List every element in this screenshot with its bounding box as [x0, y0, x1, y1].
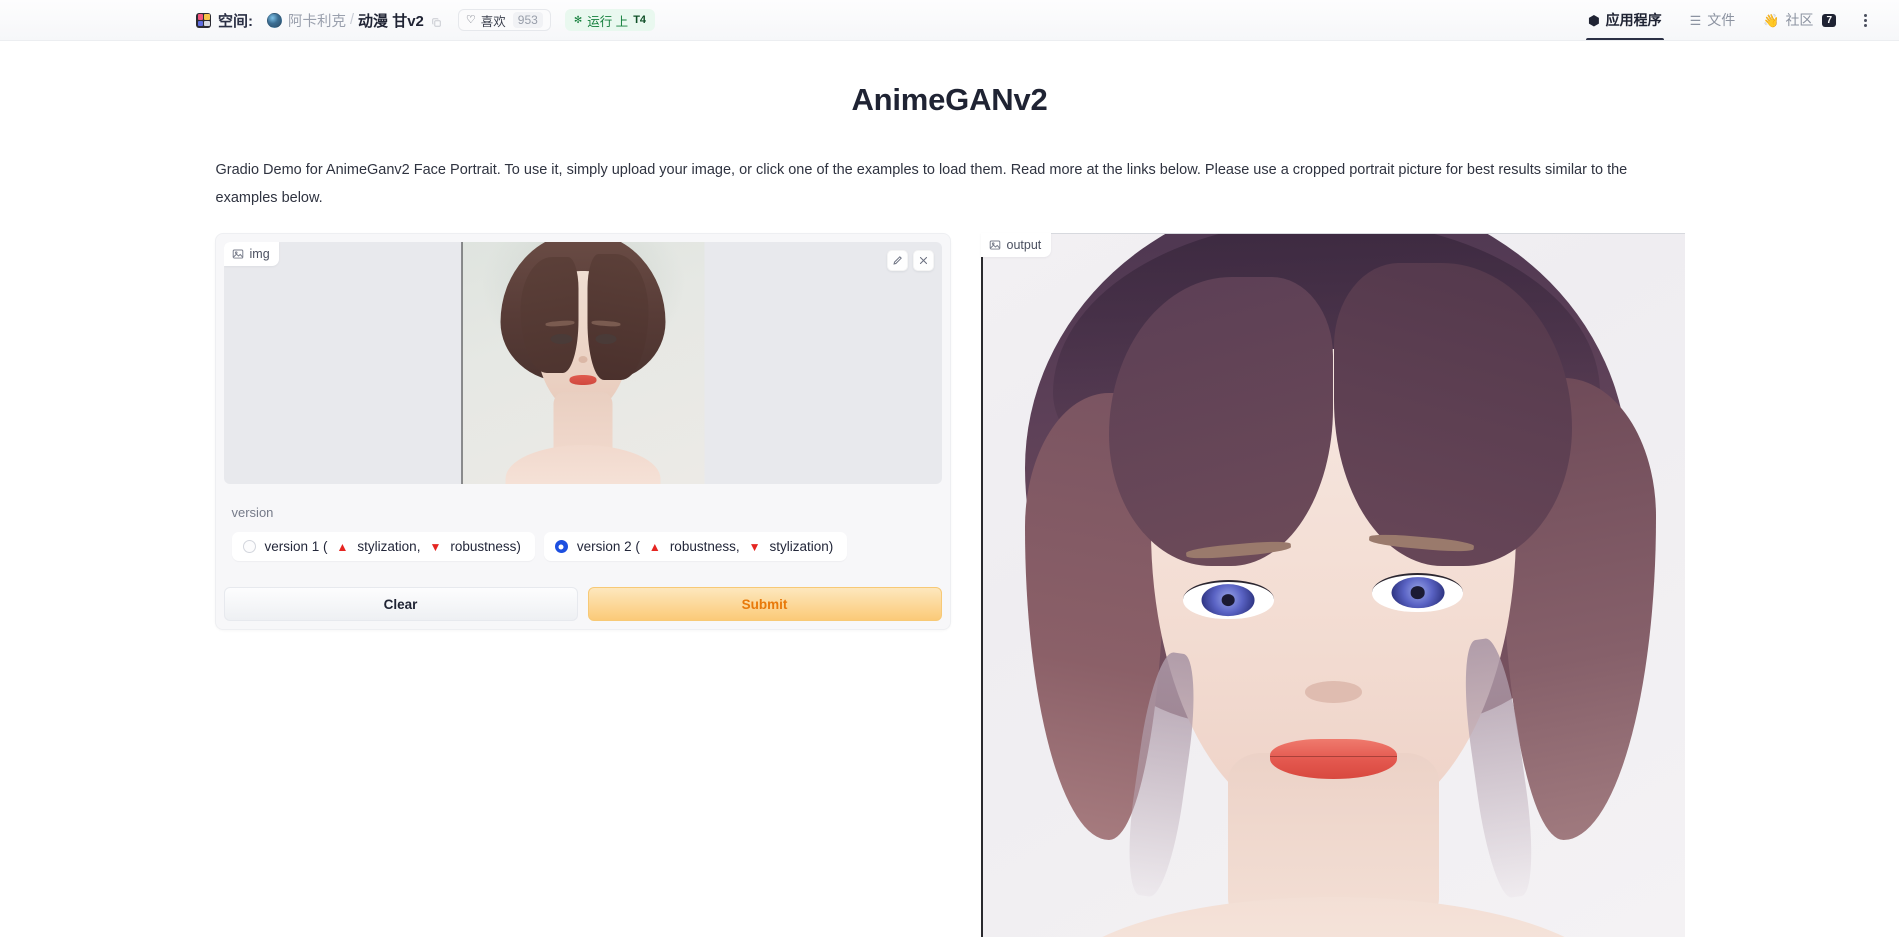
gradio-interface-row: img version version 1 (▲ stylization, ▼…	[214, 233, 1685, 937]
version-radio-group: version version 1 ( ▲ stylization, ▼ rob…	[223, 494, 942, 565]
owner-avatar	[267, 12, 282, 28]
submit-button[interactable]: Submit	[587, 587, 942, 621]
tab-files-label: 文件	[1707, 12, 1736, 28]
tab-community-label: 社区	[1785, 12, 1814, 28]
header-left-group: 空间: 阿卡利克 / 动漫 甘v2 ♡ 喜欢 953 ✻ 运行 上 T4	[196, 9, 656, 31]
runtime-status-badge[interactable]: ✻ 运行 上 T4	[564, 9, 656, 31]
radio-version-2-prefix: version 2 (	[576, 539, 640, 554]
triangle-down-icon: ▼	[748, 539, 761, 554]
tab-files[interactable]: ☰ 文件	[1676, 0, 1750, 40]
clear-button[interactable]: Clear	[223, 587, 578, 621]
image-upload-box[interactable]: img	[223, 242, 942, 484]
input-panel: img version version 1 (▲ stylization, ▼…	[214, 233, 951, 630]
triangle-down-icon: ▼	[429, 539, 442, 554]
radio-row: version 1 ( ▲ stylization, ▼ robustness)…	[231, 532, 934, 561]
sparkle-icon: ✻	[573, 14, 583, 26]
radio-version-2[interactable]: version 2 ( ▲ robustness, ▼ stylization)	[543, 532, 848, 561]
owner-name: 阿卡利克	[288, 13, 346, 30]
space-owner-link[interactable]: 阿卡利克	[267, 10, 346, 31]
top-header: 空间: 阿卡利克 / 动漫 甘v2 ♡ 喜欢 953 ✻ 运行 上 T4 ⬢ 应…	[0, 0, 1899, 41]
output-box-label: output	[980, 233, 1052, 257]
like-button[interactable]: ♡ 喜欢 953	[457, 9, 551, 31]
heart-icon: ♡	[465, 13, 476, 26]
spaces-brand-label: 空间:	[218, 12, 253, 30]
runtime-label: 运行 上	[587, 14, 629, 29]
triangle-up-icon: ▲	[336, 539, 349, 554]
like-label: 喜欢	[480, 14, 506, 29]
wave-hand-icon: 👋	[1763, 12, 1780, 28]
output-image[interactable]	[980, 233, 1685, 937]
radio-version-2-mid: robustness,	[669, 539, 740, 554]
breadcrumb-separator: /	[350, 12, 355, 28]
radio-version-1-prefix: version 1 (	[264, 539, 328, 554]
input-photo	[461, 242, 704, 484]
output-box-label-text: output	[1006, 238, 1042, 252]
copy-icon[interactable]	[431, 15, 442, 27]
radio-indicator-v1[interactable]	[242, 540, 256, 553]
radio-version-1-suffix: robustness)	[450, 539, 521, 554]
community-count-badge: 7	[1822, 13, 1836, 27]
like-count: 953	[512, 12, 543, 28]
radio-version-1[interactable]: version 1 ( ▲ stylization, ▼ robustness)	[231, 532, 535, 561]
header-nav: ⬢ 应用程序 ☰ 文件 👋 社区 7	[1574, 0, 1881, 40]
space-name[interactable]: 动漫 甘v2	[358, 10, 424, 31]
image-tool-buttons	[886, 250, 934, 271]
tab-community[interactable]: 👋 社区 7	[1749, 0, 1850, 40]
kebab-menu-icon[interactable]	[1850, 13, 1881, 27]
radio-indicator-v2[interactable]	[554, 540, 568, 553]
radio-version-2-suffix: stylization)	[769, 539, 834, 554]
page-description: Gradio Demo for AnimeGanv2 Face Portrait…	[215, 162, 1628, 206]
output-panel: output	[980, 233, 1685, 937]
close-icon[interactable]	[912, 250, 934, 271]
runtime-hardware: T4	[633, 14, 647, 26]
version-group-label: version	[231, 505, 274, 520]
input-box-label-text: img	[249, 247, 270, 261]
tab-app[interactable]: ⬢ 应用程序	[1574, 0, 1675, 40]
cube-icon: ⬢	[1588, 12, 1600, 28]
action-button-row: Clear Submit	[223, 587, 942, 621]
input-box-label: img	[223, 242, 279, 266]
page-title: AnimeGANv2	[851, 82, 1048, 117]
spaces-logo-icon	[196, 12, 211, 28]
triangle-up-icon: ▲	[648, 539, 661, 554]
app-body: AnimeGANv2 Gradio Demo for AnimeGanv2 Fa…	[0, 82, 1899, 937]
radio-version-1-mid: stylization,	[357, 539, 421, 554]
files-icon: ☰	[1689, 12, 1702, 28]
pencil-icon[interactable]	[886, 250, 908, 271]
tab-app-label: 应用程序	[1605, 12, 1662, 28]
spaces-breadcrumb-root[interactable]: 空间:	[196, 10, 253, 31]
